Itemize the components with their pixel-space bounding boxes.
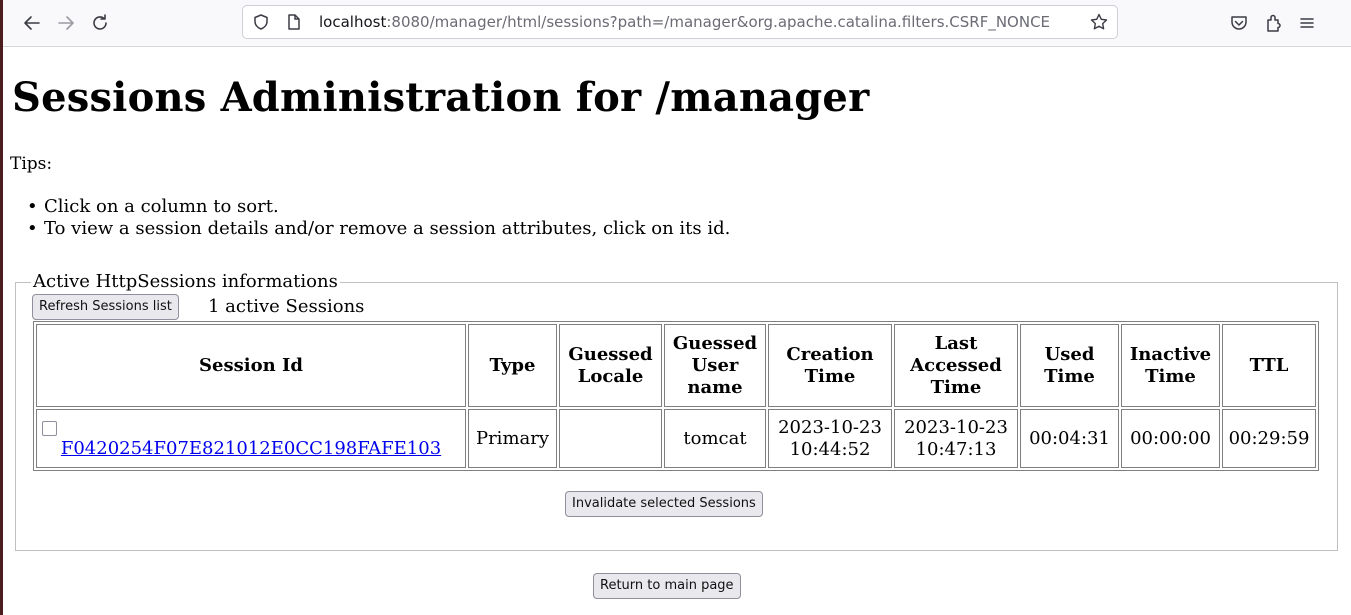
url-host: localhost [319,13,387,31]
header-line: Time [804,365,856,387]
inactive-time-cell: 00:00:00 [1121,409,1220,468]
invalidate-sessions-button[interactable]: Invalidate selected Sessions [565,491,763,517]
bookmark-star-icon[interactable] [1089,12,1109,36]
active-session-count: 1 active Sessions [208,296,365,317]
table-row: F0420254F07E821012E0CC198FAFE103 Primary… [36,409,1316,468]
url-path: :8080/manager/html/sessions?path=/manage… [386,13,1051,31]
header-line: Used [1044,343,1095,365]
creation-time-cell: 2023-10-23 10:44:52 [768,409,892,468]
type-cell: Primary [468,409,557,468]
ttl-cell: 00:29:59 [1222,409,1316,468]
header-line: Locale [577,365,644,387]
header-line: Time [1145,365,1196,387]
header-creation-time[interactable]: Creation Time [768,324,892,407]
url-bar[interactable]: localhost:8080/manager/html/sessions?pat… [242,5,1118,39]
page-title: Sessions Administration for /manager [12,74,870,121]
refresh-sessions-button[interactable]: Refresh Sessions list [32,294,179,320]
header-line: Creation [786,343,874,365]
sessions-table: Session Id Type Guessed Locale Guessed Use… [33,321,1319,471]
tip-item: To view a session details and/or remove … [44,218,730,240]
header-line: Time [1044,365,1095,387]
header-guessed-locale[interactable]: Guessed Locale [559,324,662,407]
header-inactive-time[interactable]: Inactive Time [1121,324,1220,407]
header-line: Guessed [672,332,758,354]
used-time-cell: 00:04:31 [1020,409,1119,468]
return-main-page-button[interactable]: Return to main page [593,573,741,599]
session-select-checkbox[interactable] [42,420,57,436]
page-icon[interactable] [285,13,303,35]
menu-icon[interactable] [1295,11,1319,35]
header-line: Time [930,376,982,398]
header-line: name [687,376,743,398]
session-id-link[interactable]: F0420254F07E821012E0CC198FAFE103 [61,438,441,459]
session-id-cell: F0420254F07E821012E0CC198FAFE103 [36,409,466,468]
tip-item: Click on a column to sort. [44,196,730,218]
header-line: Inactive [1129,343,1212,365]
reload-icon[interactable] [88,11,112,35]
table-header-row: Session Id Type Guessed Locale Guessed Use… [36,324,1316,407]
cell-date: 2023-10-23 [904,416,1008,438]
header-type[interactable]: Type [468,324,557,407]
cell-time: 10:47:13 [915,438,997,460]
shield-icon[interactable] [252,13,270,35]
last-accessed-cell: 2023-10-23 10:47:13 [894,409,1018,468]
user-cell: tomcat [664,409,766,468]
locale-cell [559,409,662,468]
fieldset-legend: Active HttpSessions informations [33,271,338,292]
tips-label: Tips: [10,154,53,174]
pocket-icon[interactable] [1227,11,1251,35]
header-used-time[interactable]: Used Time [1020,324,1119,407]
header-guessed-user[interactable]: Guessed User name [664,324,766,407]
extensions-icon[interactable] [1262,11,1286,35]
header-ttl[interactable]: TTL [1222,324,1316,407]
header-line: Accessed [910,354,1002,376]
browser-toolbar: localhost:8080/manager/html/sessions?pat… [3,0,1351,47]
window-edge [0,0,3,615]
header-line: Last [934,332,978,354]
cell-date: 2023-10-23 [778,416,882,438]
cell-time: 10:44:52 [789,438,871,460]
url-text[interactable]: localhost:8080/manager/html/sessions?pat… [319,6,1085,38]
header-line: User [691,354,739,376]
header-line: Guessed [568,343,653,365]
header-last-accessed[interactable]: Last Accessed Time [894,324,1018,407]
header-session-id[interactable]: Session Id [36,324,466,407]
back-icon[interactable] [20,11,44,35]
tips-list: Click on a column to sort. To view a ses… [44,196,730,240]
forward-icon[interactable] [54,11,78,35]
